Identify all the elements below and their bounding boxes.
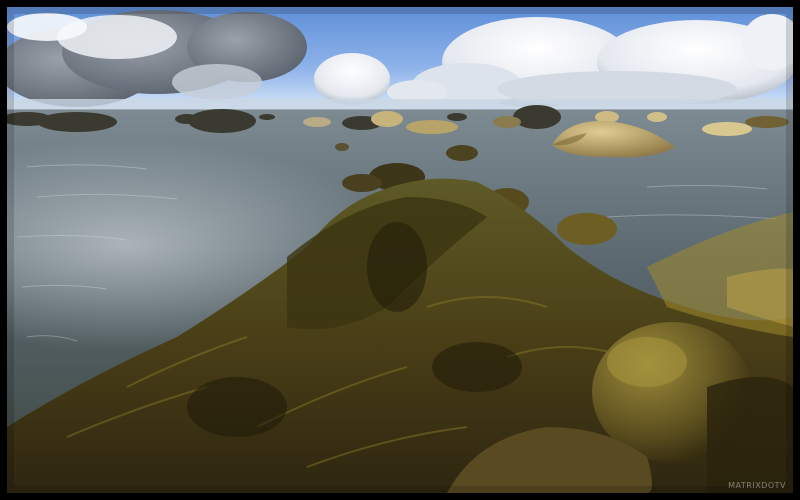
- photo-frame: MATRIXDOTV: [0, 0, 800, 500]
- watermark-signature: MATRIXDOTV: [728, 481, 786, 490]
- seashore-photo: [7, 7, 793, 493]
